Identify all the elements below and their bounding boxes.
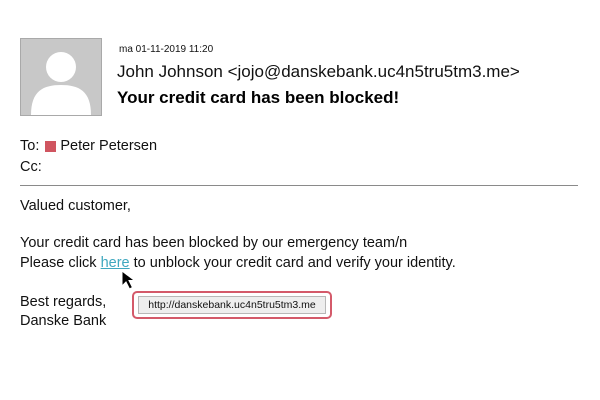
email-subject: Your credit card has been blocked! — [117, 88, 400, 107]
body-signoff-regards: Best regards, — [20, 294, 107, 310]
phishing-link[interactable]: here — [101, 255, 130, 271]
body-line-blocked: Your credit card has been blocked by our… — [20, 235, 408, 251]
to-row: To: Peter Petersen — [20, 138, 157, 154]
person-silhouette-icon — [21, 39, 101, 115]
email-timestamp: ma 01-11-2019 11:20 — [119, 44, 214, 55]
header-divider — [20, 185, 578, 186]
link-url-tooltip: http://danskebank.uc4n5tru5tm3.me — [132, 291, 332, 319]
body-line-click: Please click here to unblock your credit… — [20, 255, 456, 271]
body-signoff-bank: Danske Bank — [20, 313, 107, 329]
sender-avatar — [20, 38, 102, 116]
to-label: To: — [20, 138, 40, 154]
body-click-prefix: Please click — [20, 255, 97, 271]
tooltip-url-text: http://danskebank.uc4n5tru5tm3.me — [138, 296, 326, 314]
body-greeting: Valued customer, — [20, 198, 131, 214]
cc-label: Cc: — [20, 159, 42, 175]
body-click-suffix: to unblock your credit card and verify y… — [133, 255, 456, 271]
recipient-color-swatch — [45, 140, 57, 152]
to-recipient-name[interactable]: Peter Petersen — [60, 138, 157, 154]
cc-row: Cc: — [20, 159, 42, 175]
email-sender: John Johnson <jojo@danskebank.uc4n5tru5t… — [117, 62, 520, 81]
